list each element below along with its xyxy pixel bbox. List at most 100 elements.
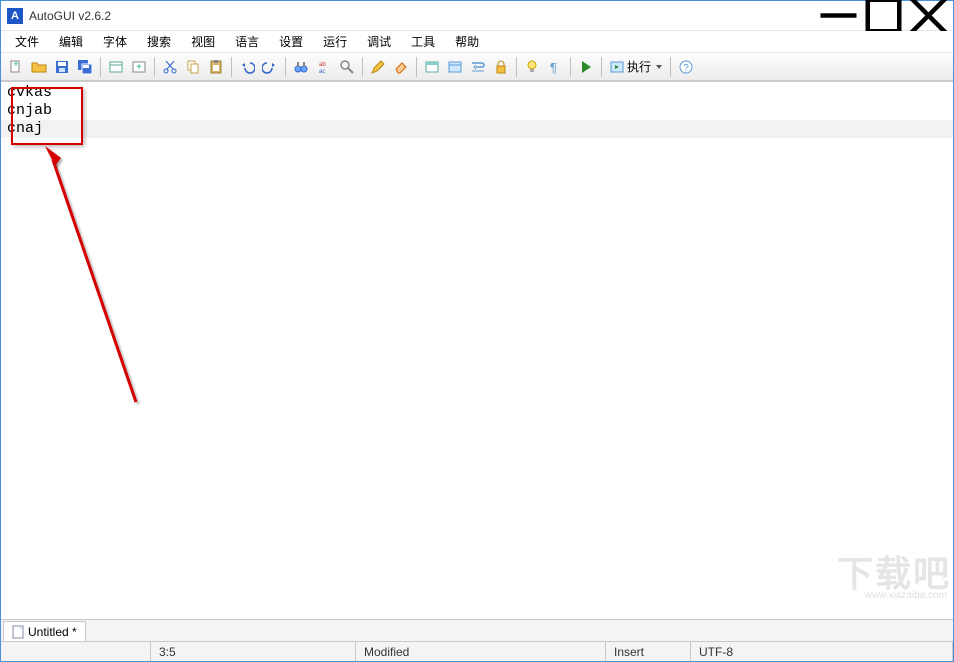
editor-line: cnaj (7, 120, 43, 137)
wrap-icon (470, 59, 486, 75)
new-file-icon: + (8, 59, 24, 75)
menu-language[interactable]: 语言 (225, 31, 269, 52)
pilcrow-icon: ¶ (547, 59, 563, 75)
lock-button[interactable] (490, 56, 512, 78)
save-all-button[interactable] (74, 56, 96, 78)
undo-button[interactable] (236, 56, 258, 78)
toolbar-separator (154, 57, 155, 77)
eraser-icon (393, 59, 409, 75)
clear-button[interactable] (390, 56, 412, 78)
app-icon: A (7, 8, 23, 24)
paste-icon (208, 59, 224, 75)
execute-label: 执行 (625, 58, 655, 75)
open-button[interactable] (28, 56, 50, 78)
close-button[interactable] (906, 2, 951, 30)
status-cursor: 3:5 (151, 642, 356, 661)
save-all-icon (77, 59, 93, 75)
find-button[interactable] (290, 56, 312, 78)
toolbar-separator (516, 57, 517, 77)
redo-icon (262, 59, 278, 75)
titlebar: A AutoGUI v2.6.2 (1, 1, 953, 31)
copy-icon (185, 59, 201, 75)
toolbar-separator (601, 57, 602, 77)
paste-button[interactable] (205, 56, 227, 78)
redo-button[interactable] (259, 56, 281, 78)
panel-blue-icon (447, 59, 463, 75)
help-button[interactable]: ? (675, 56, 697, 78)
menu-file[interactable]: 文件 (5, 31, 49, 52)
menu-debug[interactable]: 调试 (357, 31, 401, 52)
play-icon (578, 59, 594, 75)
toolbar-separator (231, 57, 232, 77)
minimize-button[interactable] (816, 2, 861, 30)
replace-button[interactable]: abac (313, 56, 335, 78)
document-tab[interactable]: Untitled * (3, 621, 86, 641)
maximize-button[interactable] (861, 2, 906, 30)
run-button[interactable] (575, 56, 597, 78)
menu-help[interactable]: 帮助 (445, 31, 489, 52)
lock-icon (493, 59, 509, 75)
cut-button[interactable] (159, 56, 181, 78)
menu-font[interactable]: 字体 (93, 31, 137, 52)
document-icon (12, 625, 24, 639)
toolbar-separator (285, 57, 286, 77)
svg-text:ab: ab (319, 62, 326, 68)
execute-icon (609, 59, 625, 75)
dropdown-icon (655, 63, 663, 71)
window-list-button[interactable] (105, 56, 127, 78)
execute-button[interactable]: 执行 (606, 56, 666, 78)
menu-settings[interactable]: 设置 (269, 31, 313, 52)
toolbar-separator (100, 57, 101, 77)
svg-text:ac: ac (319, 69, 325, 75)
toolbar-separator (570, 57, 571, 77)
editor-line: cvkas (7, 84, 52, 101)
status-encoding: UTF-8 (691, 642, 953, 661)
magnifier-icon (339, 59, 355, 75)
menu-run[interactable]: 运行 (313, 31, 357, 52)
pencil-icon (370, 59, 386, 75)
menu-tools[interactable]: 工具 (401, 31, 445, 52)
status-mode: Insert (606, 642, 691, 661)
menu-view[interactable]: 视图 (181, 31, 225, 52)
svg-text:¶: ¶ (550, 60, 557, 75)
status-modified: Modified (356, 642, 606, 661)
window-icon (108, 59, 124, 75)
toolbar-separator (416, 57, 417, 77)
undo-icon (239, 59, 255, 75)
editor-content[interactable]: cvkas cnjab cnaj (1, 82, 953, 619)
menubar: 文件 编辑 字体 搜索 视图 语言 设置 运行 调试 工具 帮助 (1, 31, 953, 53)
panel1-button[interactable] (421, 56, 443, 78)
svg-text:+: + (136, 62, 142, 73)
pilcrow-button[interactable]: ¶ (544, 56, 566, 78)
menu-edit[interactable]: 编辑 (49, 31, 93, 52)
panel-icon (424, 59, 440, 75)
binoculars-icon (293, 59, 309, 75)
editor-area[interactable]: cvkas cnjab cnaj 下载吧 www.xiazaiba.com (1, 81, 953, 619)
svg-text:?: ? (683, 63, 689, 74)
panel2-button[interactable] (444, 56, 466, 78)
add-panel-icon: + (131, 59, 147, 75)
scissors-icon (162, 59, 178, 75)
menu-search[interactable]: 搜索 (137, 31, 181, 52)
new-file-button[interactable]: + (5, 56, 27, 78)
pencil-button[interactable] (367, 56, 389, 78)
bulb-icon (524, 59, 540, 75)
statusbar: 3:5 Modified Insert UTF-8 (1, 641, 953, 661)
save-icon (54, 59, 70, 75)
add-panel-button[interactable]: + (128, 56, 150, 78)
help-icon: ? (678, 59, 694, 75)
save-button[interactable] (51, 56, 73, 78)
editor-line: cnjab (7, 102, 52, 119)
search-button[interactable] (336, 56, 358, 78)
tabbar: Untitled * (1, 619, 953, 641)
wrap-button[interactable] (467, 56, 489, 78)
app-window: A AutoGUI v2.6.2 文件 编辑 字体 搜索 视图 语言 设置 运行… (0, 0, 954, 662)
toolbar-separator (670, 57, 671, 77)
copy-button[interactable] (182, 56, 204, 78)
replace-icon: abac (316, 59, 332, 75)
tab-label: Untitled * (28, 625, 77, 639)
toolbar-separator (362, 57, 363, 77)
highlight-button[interactable] (521, 56, 543, 78)
window-title: AutoGUI v2.6.2 (29, 9, 816, 23)
toolbar: + + abac ¶ 执行 (1, 53, 953, 81)
